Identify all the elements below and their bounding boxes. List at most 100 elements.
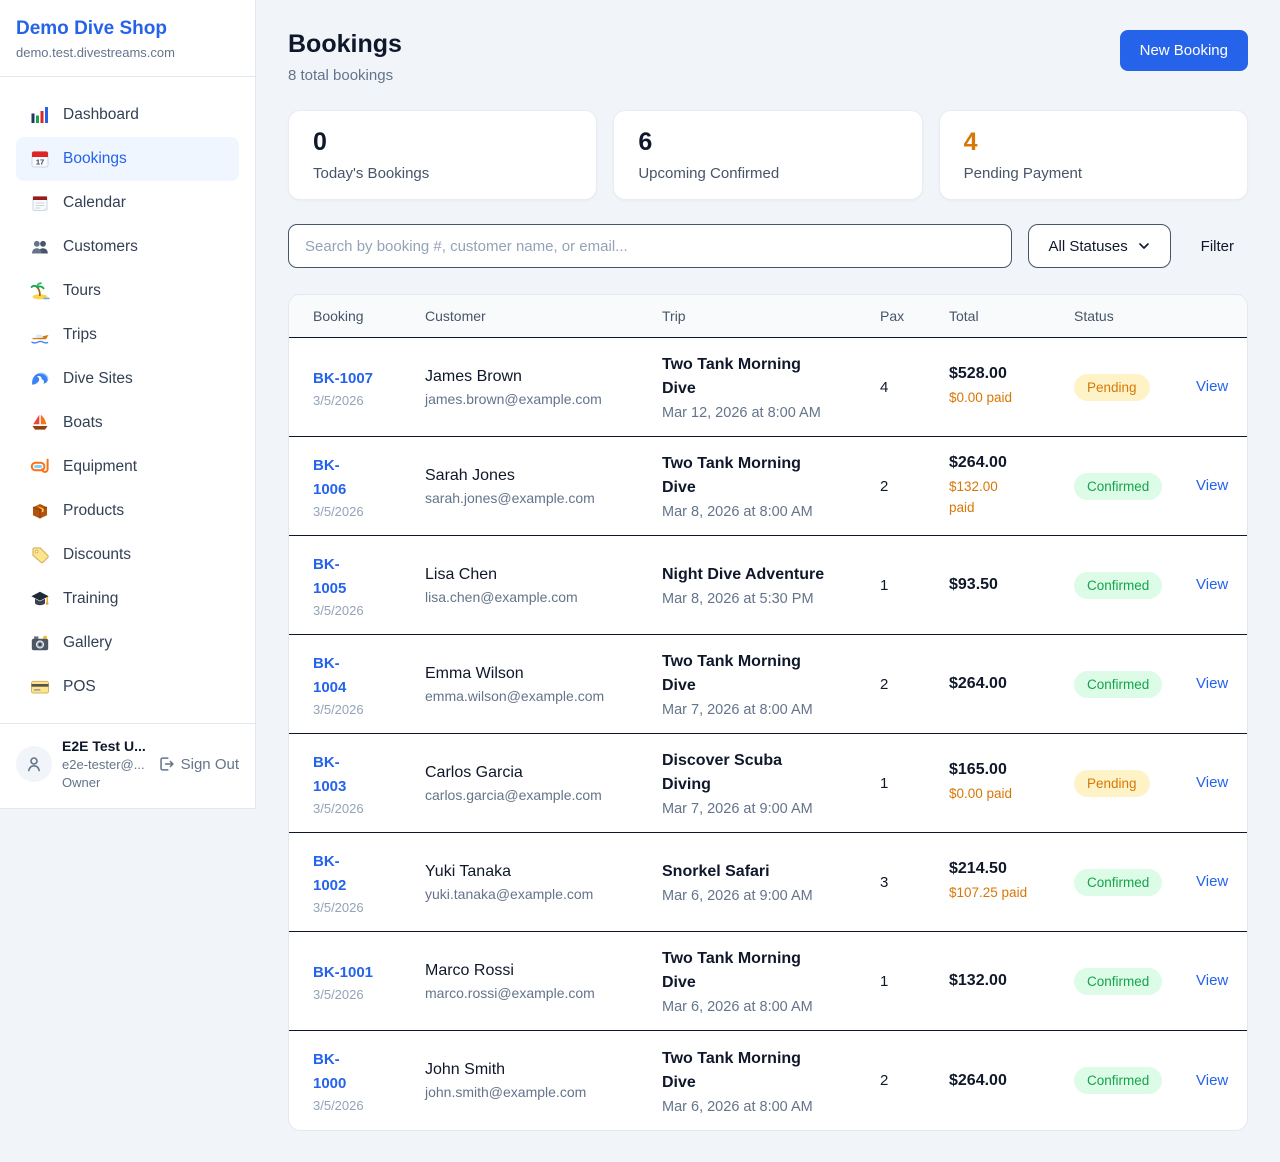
booking-id-link[interactable]: BK- 1005 <box>313 553 346 601</box>
sidebar-item-trips[interactable]: Trips <box>16 313 239 357</box>
shop-header: Demo Dive Shop demo.test.divestreams.com <box>0 0 255 77</box>
view-link[interactable]: View <box>1196 1072 1228 1089</box>
column-header <box>1186 295 1223 337</box>
table-header-row: BookingCustomerTripPaxTotalStatus <box>289 295 1247 338</box>
credit-card-icon <box>30 677 50 697</box>
sidebar-item-bookings[interactable]: 17 Bookings <box>16 137 239 181</box>
sidebar-item-training[interactable]: Training <box>16 577 239 621</box>
booking-id-link[interactable]: BK- 1003 <box>313 751 346 799</box>
sidebar-item-dashboard[interactable]: Dashboard <box>16 93 239 137</box>
total-amount: $264.00 <box>949 454 1064 472</box>
view-link[interactable]: View <box>1196 873 1228 890</box>
total-cell: $165.00 $0.00 paid <box>949 747 1074 818</box>
trip-cell: Two Tank Morning Dive Mar 6, 2026 at 8:0… <box>662 933 880 1029</box>
sidebar-item-customers[interactable]: Customers <box>16 225 239 269</box>
sidebar-item-label: Boats <box>63 414 103 432</box>
sidebar-item-discounts[interactable]: Discounts <box>16 533 239 577</box>
sidebar-item-label: Calendar <box>63 194 126 212</box>
trip-name: Night Dive Adventure <box>662 563 870 587</box>
total-cell: $214.50 $107.25 paid <box>949 846 1074 917</box>
chevron-down-icon <box>1138 240 1150 252</box>
trip-cell: Snorkel Safari Mar 6, 2026 at 9:00 AM <box>662 846 880 918</box>
svg-text:17: 17 <box>36 158 44 167</box>
view-link[interactable]: View <box>1196 378 1228 395</box>
customer-cell: Marco Rossi marco.rossi@example.com <box>425 948 662 1015</box>
sidebar-item-pos[interactable]: POS <box>16 665 239 709</box>
pax-cell: 1 <box>880 959 949 1004</box>
pax-cell: 2 <box>880 464 949 509</box>
sidebar-item-label: Discounts <box>63 546 131 564</box>
view-link[interactable]: View <box>1196 972 1228 989</box>
status-cell: Confirmed <box>1074 657 1186 712</box>
table-row: BK- 1002 3/5/2026 Yuki Tanaka yuki.tanak… <box>289 833 1247 932</box>
booking-cell: BK- 1005 3/5/2026 <box>313 539 425 632</box>
status-badge: Confirmed <box>1074 968 1162 995</box>
status-filter-select[interactable]: All Statuses <box>1028 224 1171 268</box>
sidebar-item-label: Dashboard <box>63 106 139 124</box>
column-header: Booking <box>313 295 425 337</box>
pax-cell: 2 <box>880 662 949 707</box>
user-box: E2E Test U... e2e-tester@... Owner Sign … <box>0 723 255 808</box>
customer-name: James Brown <box>425 368 652 386</box>
sidebar-item-label: POS <box>63 678 96 696</box>
new-booking-button[interactable]: New Booking <box>1120 30 1248 71</box>
view-link[interactable]: View <box>1196 477 1228 494</box>
total-amount: $264.00 <box>949 1072 1064 1090</box>
user-texts: E2E Test U... e2e-tester@... Owner <box>62 738 146 790</box>
booking-date: 3/5/2026 <box>313 504 415 519</box>
booking-date: 3/5/2026 <box>313 393 415 408</box>
stat-label: Pending Payment <box>964 165 1223 182</box>
booking-date: 3/5/2026 <box>313 603 415 618</box>
user-role: Owner <box>62 775 146 790</box>
trip-name: Discover Scuba Diving <box>662 749 870 797</box>
dive-mask-icon <box>30 457 50 477</box>
customer-email: sarah.jones@example.com <box>425 490 652 506</box>
sidebar-item-tours[interactable]: Tours <box>16 269 239 313</box>
stat-value: 0 <box>313 128 572 157</box>
search-input[interactable] <box>288 224 1012 268</box>
view-link[interactable]: View <box>1196 774 1228 791</box>
customer-email: lisa.chen@example.com <box>425 589 652 605</box>
spiral-calendar-icon <box>30 193 50 213</box>
sign-out-button[interactable]: Sign Out <box>157 755 239 773</box>
booking-id-link[interactable]: BK-1001 <box>313 961 373 985</box>
sidebar-item-gallery[interactable]: Gallery <box>16 621 239 665</box>
stat-label: Upcoming Confirmed <box>638 165 897 182</box>
package-icon <box>30 501 50 521</box>
trip-name: Two Tank Morning Dive <box>662 650 870 698</box>
sailboat-icon <box>30 413 50 433</box>
sidebar-item-label: Gallery <box>63 634 112 652</box>
pax-cell: 4 <box>880 365 949 410</box>
customer-email: marco.rossi@example.com <box>425 985 652 1001</box>
status-filter-value: All Statuses <box>1049 238 1128 255</box>
customer-name: Sarah Jones <box>425 467 652 485</box>
booking-id-link[interactable]: BK- 1002 <box>313 850 346 898</box>
view-link[interactable]: View <box>1196 675 1228 692</box>
sidebar-item-products[interactable]: Products <box>16 489 239 533</box>
filter-button[interactable]: Filter <box>1187 238 1248 255</box>
pax-cell: 2 <box>880 1058 949 1103</box>
customer-cell: Lisa Chen lisa.chen@example.com <box>425 552 662 619</box>
people-icon <box>30 237 50 257</box>
trip-cell: Discover Scuba Diving Mar 7, 2026 at 9:0… <box>662 735 880 831</box>
booking-id-link[interactable]: BK- 1004 <box>313 652 346 700</box>
tag-icon <box>30 545 50 565</box>
bar-chart-icon <box>30 105 50 125</box>
booking-cell: BK- 1004 3/5/2026 <box>313 638 425 731</box>
sidebar-item-label: Customers <box>63 238 138 256</box>
sidebar-item-boats[interactable]: Boats <box>16 401 239 445</box>
booking-cell: BK- 1006 3/5/2026 <box>313 440 425 533</box>
booking-id-link[interactable]: BK-1007 <box>313 367 373 391</box>
booking-id-link[interactable]: BK- 1006 <box>313 454 346 502</box>
table-row: BK- 1003 3/5/2026 Carlos Garcia carlos.g… <box>289 734 1247 833</box>
sidebar-item-dive-sites[interactable]: Dive Sites <box>16 357 239 401</box>
customer-email: john.smith@example.com <box>425 1084 652 1100</box>
sidebar-item-calendar[interactable]: Calendar <box>16 181 239 225</box>
total-amount: $93.50 <box>949 576 1064 594</box>
customer-email: yuki.tanaka@example.com <box>425 886 652 902</box>
table-body: BK-1007 3/5/2026 James Brown james.brown… <box>289 338 1247 1130</box>
view-link[interactable]: View <box>1196 576 1228 593</box>
total-amount: $214.50 <box>949 860 1064 878</box>
booking-id-link[interactable]: BK- 1000 <box>313 1048 346 1096</box>
sidebar-item-equipment[interactable]: Equipment <box>16 445 239 489</box>
